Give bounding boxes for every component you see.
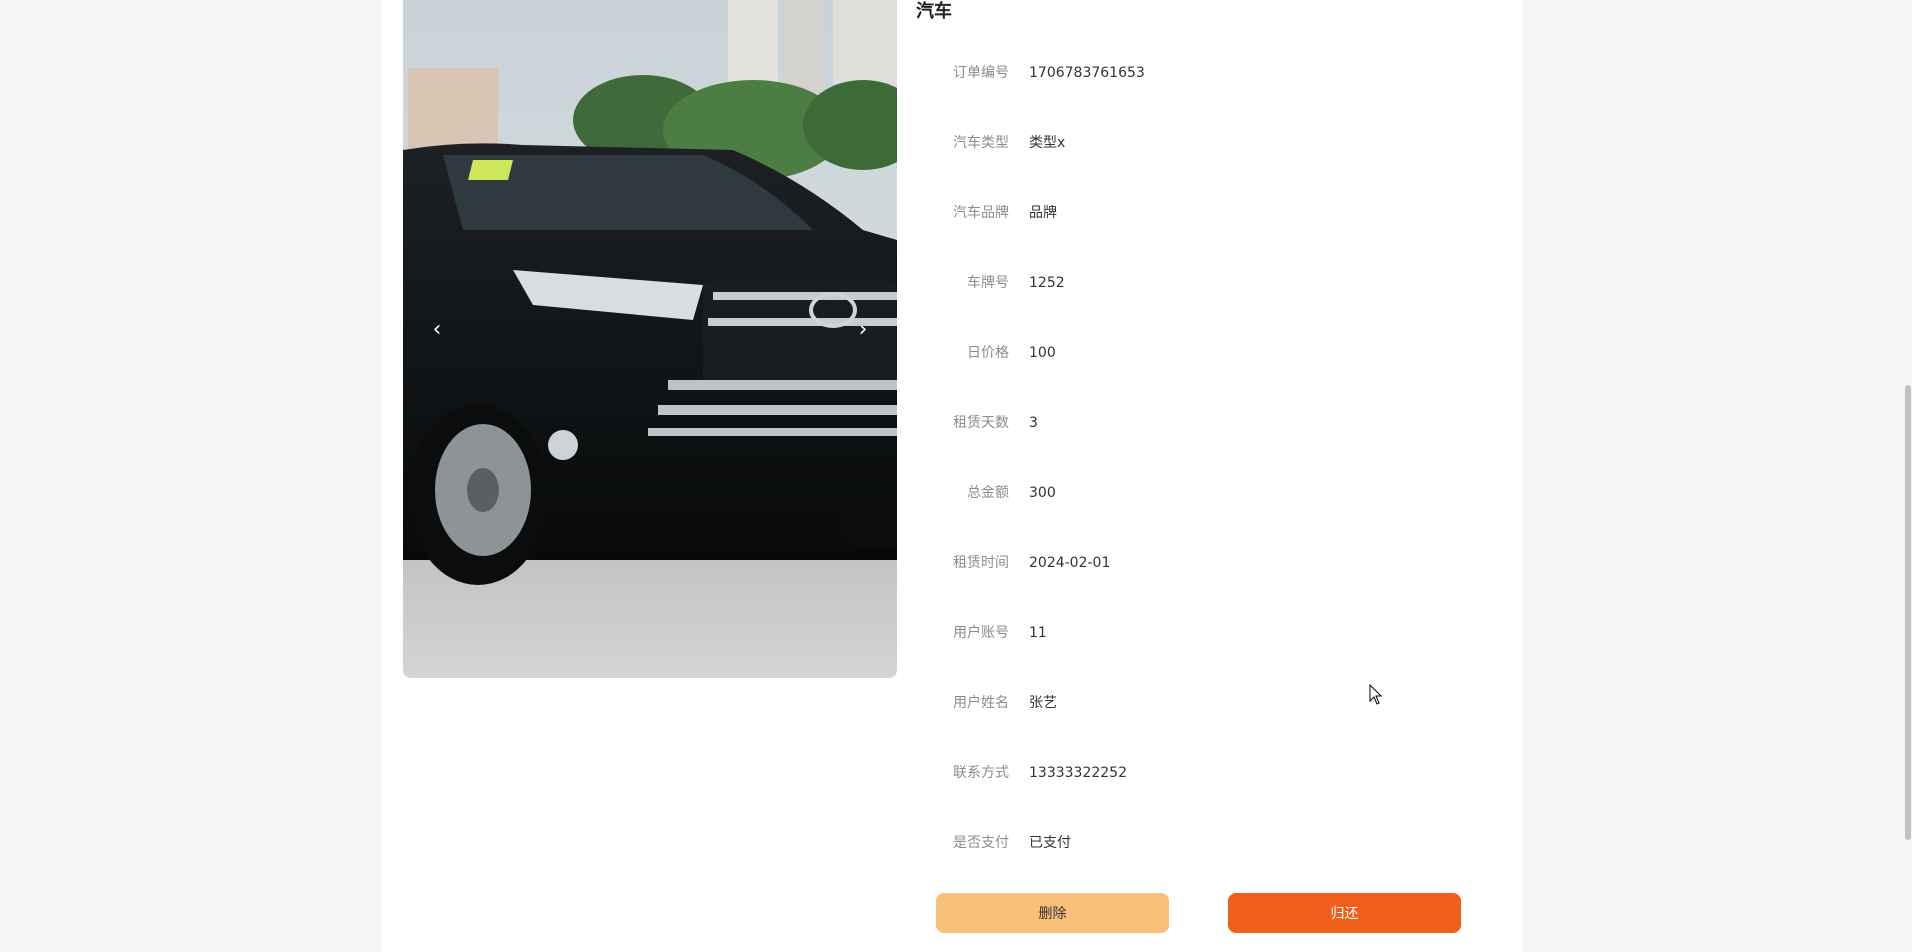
field-row-car-brand: 汽车品牌 品牌 [916,198,1057,228]
field-row-rental-days: 租赁天数 3 [916,408,1038,438]
field-label: 用户账号 [953,625,1009,641]
field-value: 2024-02-01 [1029,555,1111,571]
field-value: 100 [1029,345,1056,361]
carousel-next-arrow[interactable]: › [851,318,875,342]
field-value: 13333322252 [1029,765,1127,781]
carousel-prev-arrow[interactable]: ‹ [425,318,449,342]
field-value: 1252 [1029,275,1065,291]
field-row-order-number: 订单编号 1706783761653 [916,58,1145,88]
field-label: 车牌号 [967,275,1009,291]
field-row-payment-status: 是否支付 已支付 [916,828,1071,858]
field-row-user-account: 用户账号 11 [916,618,1047,648]
field-row-user-name: 用户姓名 张艺 [916,688,1057,718]
field-value: 已支付 [1029,835,1071,851]
detail-title: 汽车 [916,1,952,22]
field-label: 订单编号 [953,65,1009,81]
field-value: 张艺 [1029,695,1057,711]
field-value: 11 [1029,625,1047,641]
field-label: 用户姓名 [953,695,1009,711]
mouse-cursor-icon [1369,684,1383,705]
vertical-scrollbar[interactable] [1905,385,1911,840]
car-image-carousel[interactable] [403,0,897,678]
field-value: 1706783761653 [1029,65,1145,81]
field-label: 联系方式 [953,765,1009,781]
field-label: 汽车类型 [953,135,1009,151]
field-label: 租赁天数 [953,415,1009,431]
field-row-daily-price: 日价格 100 [916,338,1056,368]
field-row-total-amount: 总金额 300 [916,478,1056,508]
field-value: 品牌 [1029,205,1057,221]
field-label: 汽车品牌 [953,205,1009,221]
field-value: 类型x [1029,135,1066,151]
field-value: 300 [1029,485,1056,501]
field-row-plate-number: 车牌号 1252 [916,268,1065,298]
field-label: 日价格 [967,345,1009,361]
car-photo [403,0,897,678]
field-label: 总金额 [967,485,1009,501]
delete-button[interactable]: 删除 [936,893,1169,933]
field-label: 是否支付 [953,835,1009,851]
return-button[interactable]: 归还 [1228,893,1461,933]
field-row-contact: 联系方式 13333322252 [916,758,1127,788]
field-row-rental-time: 租赁时间 2024-02-01 [916,548,1110,578]
field-label: 租赁时间 [953,555,1009,571]
field-row-car-type: 汽车类型 类型x [916,128,1065,158]
field-value: 3 [1029,415,1038,431]
